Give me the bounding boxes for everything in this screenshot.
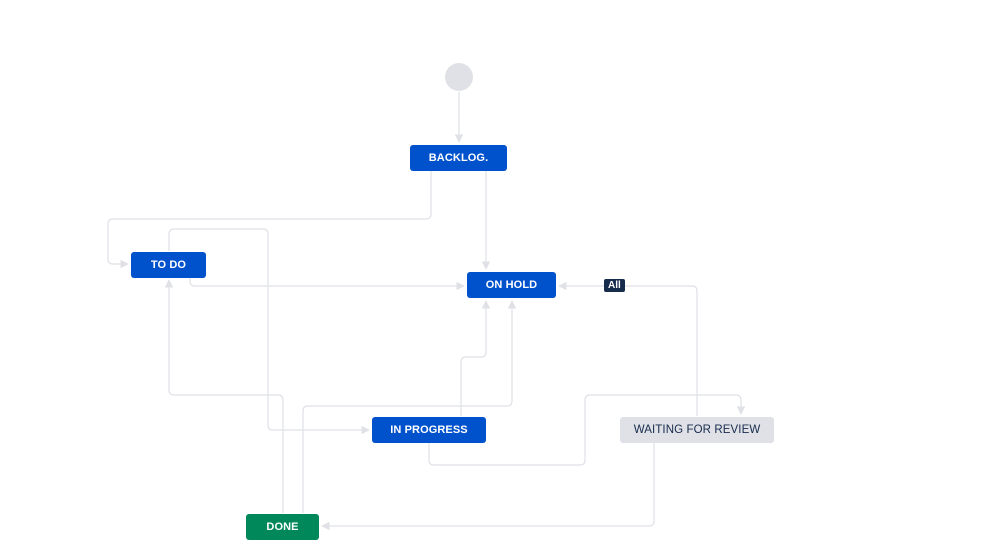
status-done-label: DONE <box>266 521 299 533</box>
status-backlog-label: BACKLOG. <box>428 152 489 164</box>
transition-waiting-to-on-hold[interactable] <box>558 281 698 416</box>
status-waiting-for-review-label: WAITING FOR REVIEW <box>633 424 761 436</box>
status-todo-label: TO DO <box>150 259 187 271</box>
transition-backlog-to-todo[interactable] <box>107 171 432 269</box>
transition-done-to-todo[interactable] <box>164 279 284 513</box>
transition-todo-to-on-hold[interactable] <box>189 278 465 291</box>
status-on-hold-label: ON HOLD <box>485 279 538 291</box>
status-in-progress[interactable]: IN PROGRESS <box>372 417 486 443</box>
all-transition-badge-label: All <box>608 279 621 291</box>
transition-waiting-to-done[interactable] <box>321 443 655 531</box>
status-on-hold[interactable]: ON HOLD <box>467 272 556 298</box>
start-node <box>445 63 473 91</box>
status-backlog[interactable]: BACKLOG. <box>410 145 507 171</box>
transition-in-progress-to-on-hold[interactable] <box>460 300 491 416</box>
all-transition-badge[interactable]: All <box>604 279 625 292</box>
status-todo[interactable]: TO DO <box>131 252 206 278</box>
workflow-diagram: BACKLOG. TO DO ON HOLD IN PROGRESS WAITI… <box>0 0 999 547</box>
status-in-progress-label: IN PROGRESS <box>390 424 468 436</box>
transition-done-to-on-hold[interactable] <box>302 300 517 513</box>
status-done[interactable]: DONE <box>246 514 319 540</box>
status-waiting-for-review[interactable]: WAITING FOR REVIEW <box>620 417 774 443</box>
